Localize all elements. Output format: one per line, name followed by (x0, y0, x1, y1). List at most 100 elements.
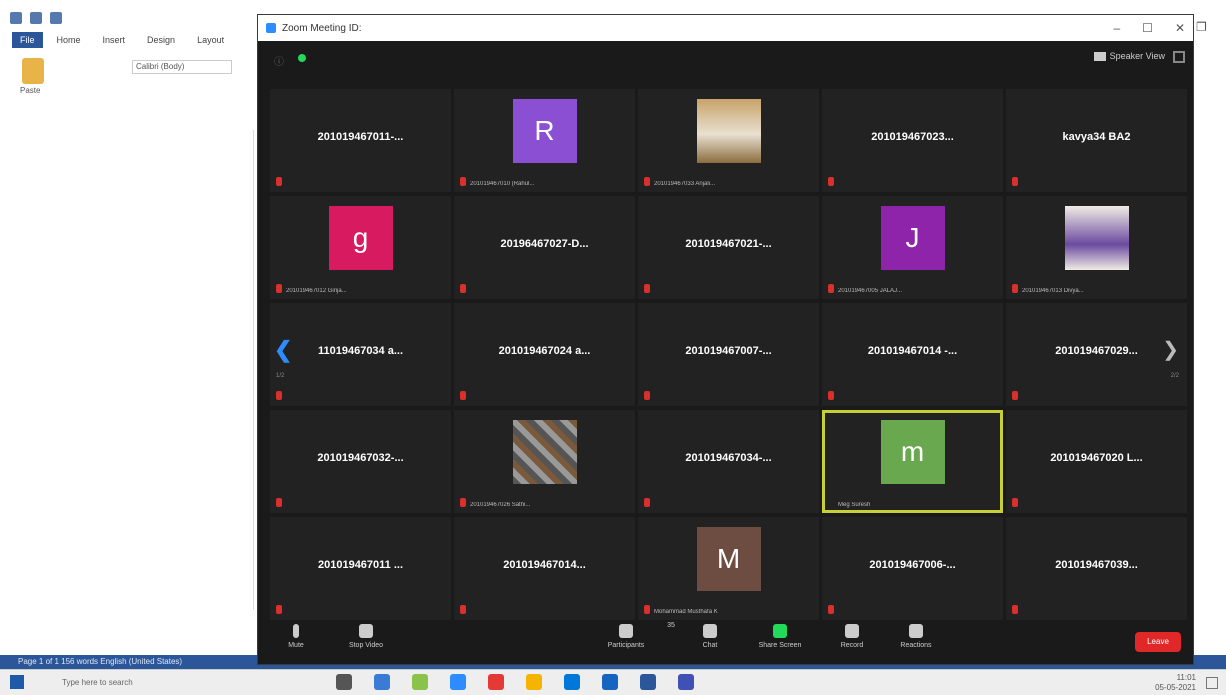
task-view-icon[interactable] (336, 674, 352, 690)
participant-tile[interactable]: J 201019467005 JALAJ... (822, 196, 1003, 299)
share-screen-label: Share Screen (758, 642, 802, 649)
participant-tile[interactable]: 201019467026 Sathi... (454, 410, 635, 513)
participant-tile[interactable]: 201019467032-... (270, 410, 451, 513)
mute-button[interactable]: Mute (266, 624, 326, 649)
participant-gallery: 201019467011-... R 201019467010 (Rahul... 2… (270, 89, 1194, 621)
muted-microphone-icon (460, 177, 466, 186)
speaker-view-label: Speaker View (1109, 51, 1165, 61)
tab-layout[interactable]: Layout (189, 32, 232, 48)
participant-tile[interactable]: 201019467021-... (638, 196, 819, 299)
zoom-taskbar-icon[interactable] (450, 674, 466, 690)
participant-label: Mohammad Musthafa K (654, 609, 718, 615)
participant-tile[interactable]: 201019467013 Divya... (1006, 196, 1187, 299)
taskbar-search-input[interactable]: Type here to search (62, 674, 282, 692)
tab-insert[interactable]: Insert (95, 32, 134, 48)
participant-photo (696, 99, 761, 163)
participant-tile[interactable]: R 201019467010 (Rahul... (454, 89, 635, 192)
restore-icon[interactable]: ❐ (1196, 20, 1207, 34)
zoom-titlebar: Zoom Meeting ID: – ☐ ✕ (258, 15, 1193, 41)
participant-label: 201019467005 JALAJ... (838, 288, 903, 294)
share-screen-button[interactable]: Share Screen (750, 624, 810, 649)
redo-icon[interactable] (50, 12, 62, 24)
reactions-icon (909, 624, 923, 638)
muted-microphone-icon (276, 605, 282, 614)
word-ribbon: Paste Calibri (Body) (12, 52, 252, 122)
participant-tile[interactable]: g 201019467012 Girija... (270, 196, 451, 299)
participant-tile[interactable]: 201019467007-... (638, 303, 819, 406)
store-icon[interactable] (412, 674, 428, 690)
participant-name: 201019467007-... (685, 345, 772, 357)
participant-tile[interactable]: 201019467039... (1006, 517, 1187, 620)
chrome-icon[interactable] (488, 674, 504, 690)
participant-tile[interactable]: 201019467006-... (822, 517, 1003, 620)
participant-tile[interactable]: M Mohammad Musthafa K (638, 517, 819, 620)
undo-icon[interactable] (30, 12, 42, 24)
meeting-toolbar: Mute Stop Video Participants 35 Chat Sha… (258, 620, 1193, 664)
chat-button[interactable]: Chat (680, 624, 740, 649)
participant-tile[interactable]: 201019467034-... (638, 410, 819, 513)
file-explorer-icon[interactable] (374, 674, 390, 690)
word-taskbar-icon[interactable] (640, 674, 656, 690)
participant-label: Meg Suresh (838, 502, 871, 508)
participant-tile[interactable]: 11019467034 a... (270, 303, 451, 406)
participant-tile[interactable]: 20196467027-D... (454, 196, 635, 299)
zoom-top-bar: ⓘ Speaker View (258, 41, 1193, 75)
notification-icon[interactable] (1206, 677, 1218, 689)
participant-avatar: m (880, 420, 945, 484)
muted-microphone-icon (276, 284, 282, 293)
previous-page-icon[interactable]: ❮ (274, 337, 292, 363)
fullscreen-icon[interactable] (1173, 51, 1185, 63)
participant-tile[interactable]: 201019467014 -... (822, 303, 1003, 406)
participant-label: 201019467012 Girija... (286, 288, 347, 294)
participant-tile[interactable]: 201019467029... (1006, 303, 1187, 406)
next-page-icon[interactable]: ❯ (1162, 337, 1179, 362)
participant-tile[interactable]: kavya34 BA2 (1006, 89, 1187, 192)
speaker-view-button[interactable]: Speaker View (1093, 51, 1165, 61)
participant-name: 201019467011-... (317, 131, 404, 143)
participant-tile[interactable]: 201019467024 a... (454, 303, 635, 406)
zoom-logo-icon (266, 23, 276, 33)
close-icon[interactable]: ✕ (1175, 21, 1185, 35)
participant-tile[interactable]: 201019467033 Anjali... (638, 89, 819, 192)
paste-label: Paste (20, 86, 41, 95)
maximize-icon[interactable]: ☐ (1142, 21, 1153, 35)
muted-microphone-icon (644, 498, 650, 507)
windows-start-icon[interactable] (10, 675, 24, 689)
participants-label: Participants (607, 642, 645, 649)
folder-icon[interactable] (526, 674, 542, 690)
participant-avatar: M (696, 527, 761, 591)
participant-name: 201019467021-... (685, 238, 772, 250)
chat-label: Chat (702, 642, 718, 649)
tab-file[interactable]: File (12, 32, 43, 48)
stop-video-button[interactable]: Stop Video (336, 624, 396, 649)
tab-home[interactable]: Home (49, 32, 89, 48)
save-icon[interactable] (10, 12, 22, 24)
participant-tile[interactable]: 201019467020 L... (1006, 410, 1187, 513)
participant-label: 201019467010 (Rahul... (470, 181, 535, 187)
info-icon[interactable]: ⓘ (274, 53, 284, 68)
mail-icon[interactable] (602, 674, 618, 690)
reactions-button[interactable]: Reactions (886, 624, 946, 649)
edge-icon[interactable] (564, 674, 580, 690)
reactions-label: Reactions (900, 642, 932, 649)
app-taskbar-icon[interactable] (678, 674, 694, 690)
participant-tile[interactable]: 201019467023... (822, 89, 1003, 192)
participant-label: 201019467033 Anjali... (654, 181, 716, 187)
participant-tile[interactable]: m Meg Suresh (822, 410, 1003, 513)
participant-tile[interactable]: 201019467014... (454, 517, 635, 620)
word-document-page[interactable] (14, 130, 254, 610)
muted-microphone-icon (644, 177, 650, 186)
font-name-field[interactable]: Calibri (Body) (132, 60, 232, 74)
participants-button[interactable]: Participants (596, 624, 656, 649)
record-button[interactable]: Record (822, 624, 882, 649)
minimize-icon[interactable]: – (1113, 21, 1120, 35)
participant-tile[interactable]: 201019467011 ... (270, 517, 451, 620)
leave-meeting-button[interactable]: Leave (1135, 632, 1181, 652)
participant-name: 201019467024 a... (498, 345, 591, 357)
muted-microphone-icon (276, 498, 282, 507)
participant-tile[interactable]: 201019467011-... (270, 89, 451, 192)
tab-design[interactable]: Design (139, 32, 183, 48)
system-clock[interactable]: 11:01 05-05-2021 (1155, 673, 1196, 693)
encryption-shield-icon[interactable] (298, 54, 306, 62)
paste-icon[interactable] (22, 58, 44, 84)
